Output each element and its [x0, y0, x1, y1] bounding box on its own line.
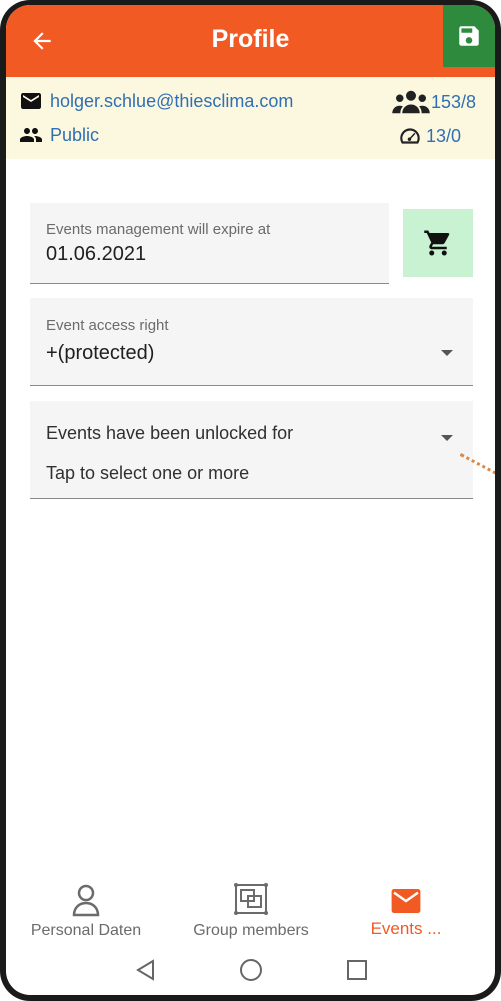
unlocked-for-hint: Tap to select one or more	[46, 463, 250, 483]
events-management-date: 01.06.2021	[46, 243, 147, 265]
nav-personal-data-label: Personal Daten	[30, 922, 142, 939]
nav-events-label: Events ...	[370, 919, 442, 938]
email-row[interactable]: holger.schlue@thiesclima.com	[16, 89, 293, 113]
nav-group-members[interactable]: Group members	[171, 875, 331, 945]
email-text: holger.schlue@thiesclima.com	[50, 90, 294, 111]
phone-frame: Profile holger.schlue@thiesclima.com Pub…	[0, 0, 501, 1001]
app-bar: Profile	[6, 5, 495, 77]
person-icon	[72, 884, 100, 917]
group-icon	[392, 90, 430, 114]
square-recents-icon[interactable]	[346, 958, 368, 982]
members-count-row: 153/8	[391, 89, 476, 115]
bottom-navigation: Personal Daten Group members Events ...	[6, 875, 495, 945]
nav-events[interactable]: Events ...	[326, 875, 486, 945]
access-right-value: +(protected)	[46, 342, 155, 364]
floppy-disk-icon	[459, 26, 479, 46]
events-management-label: Events management will expire at	[46, 221, 271, 238]
people-icon	[20, 128, 42, 142]
system-navigation-bar	[6, 950, 495, 995]
visibility-row[interactable]: Public	[16, 123, 99, 147]
chevron-down-icon	[441, 350, 453, 356]
speed-count: 13/0	[426, 125, 462, 146]
speedometer-icon	[400, 128, 420, 144]
access-right-label: Event access right	[46, 317, 169, 334]
members-count: 153/8	[431, 91, 477, 112]
profile-info-bar: holger.schlue@thiesclima.com Public 153/…	[6, 77, 495, 159]
speed-count-row: 13/0	[396, 123, 461, 149]
envelope-icon	[391, 889, 421, 913]
app-screen: Profile holger.schlue@thiesclima.com Pub…	[6, 5, 495, 995]
access-right-dropdown[interactable]: Event access right +(protected)	[30, 298, 473, 386]
envelope-icon	[21, 93, 41, 109]
chevron-down-icon	[441, 435, 453, 441]
unlocked-for-label: Events have been unlocked for	[46, 423, 294, 443]
unlocked-for-multiselect[interactable]: Events have been unlocked for Tap to sel…	[30, 401, 473, 499]
group-frame-icon	[234, 883, 268, 915]
events-management-field: Events management will expire at 01.06.2…	[30, 203, 389, 284]
buy-button[interactable]	[403, 209, 473, 277]
shopping-cart-icon	[424, 230, 450, 256]
nav-personal-data[interactable]: Personal Daten	[6, 875, 166, 945]
visibility-text: Public	[50, 124, 100, 145]
nav-group-members-label: Group members	[193, 922, 309, 939]
save-button[interactable]	[443, 5, 495, 67]
triangle-back-icon[interactable]	[134, 958, 156, 982]
page-title: Profile	[211, 25, 290, 53]
circle-home-icon[interactable]	[239, 958, 263, 982]
